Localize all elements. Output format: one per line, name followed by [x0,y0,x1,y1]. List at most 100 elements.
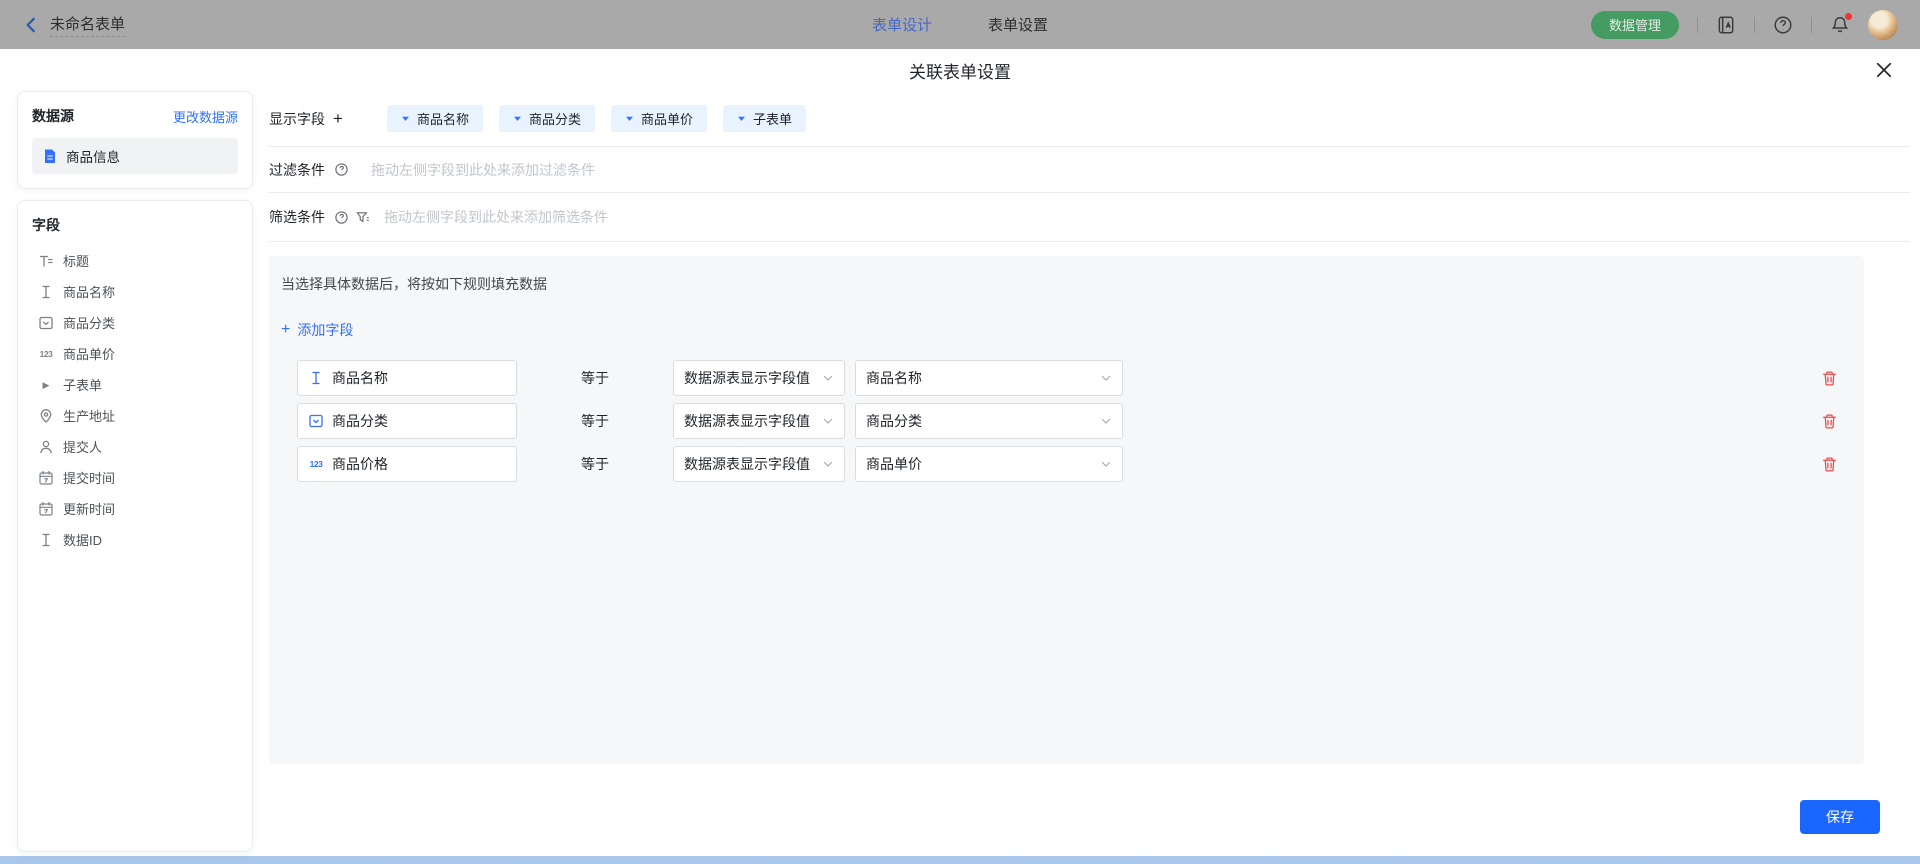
display-field-tag[interactable]: 商品名称 [387,105,483,132]
field-item[interactable]: 数据ID [32,524,238,555]
help-circle-icon[interactable] [334,210,349,225]
field-item[interactable]: 商品名称 [32,276,238,307]
rule-field-box[interactable]: 商品分类 [297,403,517,439]
subform-icon: ▶ [38,377,54,393]
fields-title: 字段 [32,215,60,235]
add-field-button[interactable]: + 添加字段 [281,320,353,340]
user-avatar[interactable] [1868,10,1898,40]
filter-drop-placeholder[interactable]: 拖动左侧字段到此处来添加过滤条件 [371,160,595,180]
sidebar: 数据源 更改数据源 商品信息 字段 标题商品名称商品分类123商品单价▶子表单生… [17,91,253,856]
topbar-tabs: 表单设计 表单设置 [872,0,1048,49]
tab-form-design[interactable]: 表单设计 [872,14,932,35]
modal-title: 关联表单设置 [909,58,1011,83]
rule-field-box[interactable]: 商品名称 [297,360,517,396]
display-field-tag[interactable]: 商品单价 [611,105,707,132]
rule-value-select[interactable]: 商品分类 [855,403,1123,439]
rule-source-select[interactable]: 数据源表显示字段值 [673,446,845,482]
person-icon [38,439,54,455]
chevron-down-icon [822,458,834,470]
display-field-tag-label: 商品单价 [641,109,693,128]
field-item[interactable]: 标题 [32,245,238,276]
display-field-tag-label: 子表单 [753,109,792,128]
field-item[interactable]: 提交时间 [32,462,238,493]
save-button[interactable]: 保存 [1800,800,1880,834]
field-item[interactable]: 商品分类 [32,307,238,338]
rule-value: 商品分类 [866,411,922,431]
chevron-down-icon [822,372,834,384]
calendar-icon [38,501,54,517]
field-item-label: 更新时间 [63,499,115,518]
field-item[interactable]: 提交人 [32,431,238,462]
screen-condition-label: 筛选条件 [269,207,325,227]
data-manage-button[interactable]: 数据管理 [1591,11,1679,39]
rule-operator: 等于 [581,454,615,474]
display-field-tag[interactable]: 商品分类 [499,105,595,132]
help-circle-icon[interactable] [334,162,349,177]
select-icon [38,315,54,331]
number-icon: 123 [38,346,54,362]
divider [1754,17,1755,33]
rule-source-select[interactable]: 数据源表显示字段值 [673,403,845,439]
delete-rule-icon[interactable] [1821,456,1838,473]
rule-value: 商品单价 [866,454,922,474]
modal-header: 关联表单设置 [0,49,1920,91]
title-icon [38,253,54,269]
tab-form-settings[interactable]: 表单设置 [988,14,1048,35]
screen-drop-placeholder[interactable]: 拖动左侧字段到此处来添加筛选条件 [384,207,608,227]
add-display-field-icon[interactable]: + [333,109,343,129]
datasource-item[interactable]: 商品信息 [32,138,238,174]
back-chevron-icon [22,16,40,34]
field-item-label: 提交时间 [63,468,115,487]
bell-icon[interactable] [1830,15,1850,35]
field-item[interactable]: 123商品单价 [32,338,238,369]
text-icon [38,532,54,548]
rule-operator: 等于 [581,411,615,431]
rule-source-select[interactable]: 数据源表显示字段值 [673,360,845,396]
delete-rule-icon[interactable] [1821,413,1838,430]
form-title[interactable]: 未命名表单 [50,13,125,37]
display-fields-label: 显示字段 [269,109,325,129]
help-icon[interactable] [1773,15,1793,35]
divider [1697,17,1698,33]
caret-down-icon [737,114,746,123]
fill-rules-panel: 当选择具体数据后，将按如下规则填充数据 + 添加字段 商品名称等于数据源表显示字… [269,256,1864,764]
field-list: 标题商品名称商品分类 123商品单价▶子表单生产地址提交人提交时间更新时间数据ID [32,245,238,555]
chevron-down-icon [1100,415,1112,427]
select-icon [308,413,324,429]
display-fields-row: 显示字段 + 商品名称 商品分类 商品单价 子表单 [269,91,1910,147]
back-button[interactable]: 未命名表单 [22,13,125,37]
field-item-label: 商品分类 [63,313,115,332]
rule-value-select[interactable]: 商品单价 [855,446,1123,482]
close-icon[interactable] [1874,60,1894,80]
fields-card: 字段 标题商品名称商品分类 123商品单价▶子表单生产地址提交人提交时间更新时间数… [17,200,253,852]
display-field-tag-label: 商品分类 [529,109,581,128]
calendar-icon [38,470,54,486]
delete-rule-icon[interactable] [1821,370,1838,387]
rule-operator: 等于 [581,368,615,388]
field-item-label: 数据ID [63,530,102,549]
field-item[interactable]: 生产地址 [32,400,238,431]
chevron-down-icon [1100,458,1112,470]
field-item[interactable]: ▶子表单 [32,369,238,400]
rule-source-value: 数据源表显示字段值 [684,368,810,388]
chevron-down-icon [1100,372,1112,384]
change-datasource-link[interactable]: 更改数据源 [173,107,238,126]
rule-value-select[interactable]: 商品名称 [855,360,1123,396]
display-field-tag[interactable]: 子表单 [723,105,806,132]
filter-condition-row: 过滤条件 拖动左侧字段到此处来添加过滤条件 [269,147,1910,193]
field-item[interactable]: 更新时间 [32,493,238,524]
caret-down-icon [513,114,522,123]
topbar: 未命名表单 表单设计 表单设置 数据管理 [0,0,1920,49]
chevron-down-icon [822,415,834,427]
add-field-label: 添加字段 [297,320,353,340]
location-icon [38,408,54,424]
address-book-icon[interactable] [1716,15,1736,35]
divider [1811,17,1812,33]
document-icon [42,148,58,164]
display-field-tags: 商品名称 商品分类 商品单价 子表单 [387,105,806,132]
rule-field-box[interactable]: 123商品价格 [297,446,517,482]
field-item-label: 提交人 [63,437,102,456]
related-form-settings-modal: 关联表单设置 数据源 更改数据源 商品信息 字段 [0,49,1920,856]
text-icon [38,284,54,300]
notification-badge [1845,13,1852,20]
